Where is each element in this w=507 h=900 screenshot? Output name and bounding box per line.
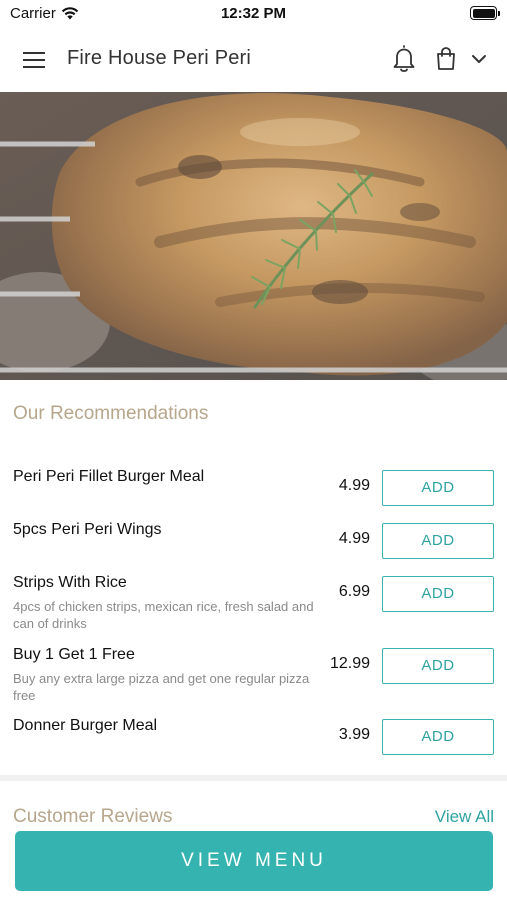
menu-icon[interactable]	[18, 46, 50, 74]
section-divider	[0, 775, 507, 781]
item-price: 4.99	[338, 477, 370, 494]
app-header: Fire House Peri Peri	[0, 28, 507, 92]
item-price: 12.99	[329, 655, 370, 672]
item-price: 6.99	[338, 583, 370, 600]
item-price: 4.99	[338, 530, 370, 547]
battery-icon	[470, 6, 500, 20]
bell-icon[interactable]	[390, 44, 418, 74]
add-button[interactable]: ADD	[382, 648, 494, 684]
item-price: 3.99	[338, 726, 370, 743]
recommendations-heading: Our Recommendations	[13, 403, 209, 424]
status-time: 12:32 PM	[220, 5, 287, 22]
hero-food-image	[0, 92, 507, 380]
item-name: Donner Burger Meal	[13, 717, 158, 734]
grilled-chicken-image	[0, 92, 507, 380]
item-description: 4pcs of chicken strips, mexican rice, fr…	[13, 599, 314, 631]
item-name: Strips With Rice	[13, 574, 127, 591]
item-name: Peri Peri Fillet Burger Meal	[13, 468, 205, 485]
view-menu-button[interactable]: VIEW MENU	[15, 831, 493, 891]
chevron-down-icon[interactable]	[468, 44, 490, 74]
item-name: Buy 1 Get 1 Free	[13, 646, 135, 663]
add-button[interactable]: ADD	[382, 719, 494, 755]
item-name: 5pcs Peri Peri Wings	[13, 521, 162, 538]
add-button[interactable]: ADD	[382, 576, 494, 612]
add-button[interactable]: ADD	[382, 470, 494, 506]
add-button[interactable]: ADD	[382, 523, 494, 559]
status-bar: Carrier 12:32 PM	[0, 0, 507, 28]
item-description: Buy any extra large pizza and get one re…	[13, 671, 310, 703]
shopping-bag-icon[interactable]	[432, 44, 460, 74]
restaurant-title: Fire House Peri Peri	[67, 47, 252, 69]
